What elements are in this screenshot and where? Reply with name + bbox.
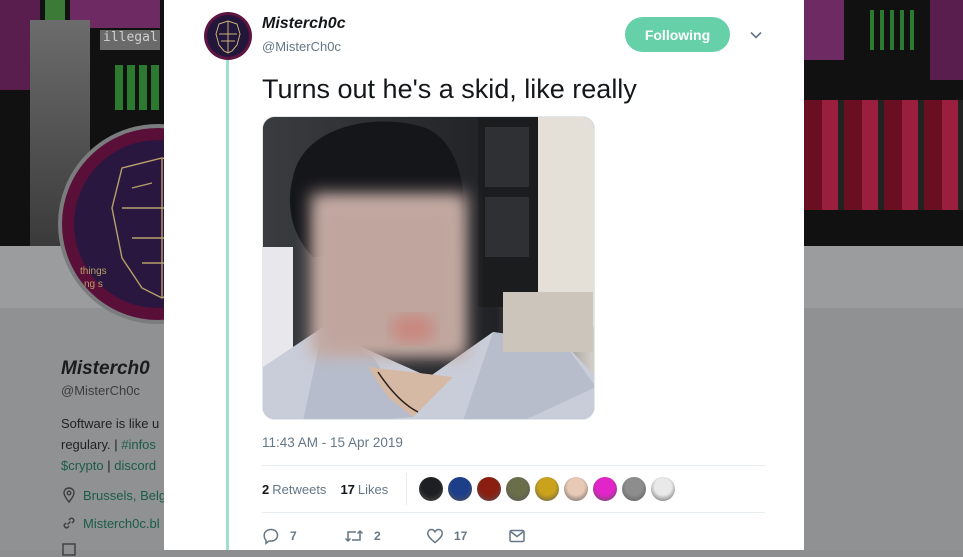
avatar-text-2: ng s xyxy=(84,279,103,290)
tweet-timestamp[interactable]: 11:43 AM - 15 Apr 2019 xyxy=(262,435,403,450)
likes-label: Likes xyxy=(357,481,389,497)
tweet-text: Turns out he's a skid, like really xyxy=(262,74,637,104)
following-button[interactable]: Following xyxy=(625,17,730,52)
direct-message-button[interactable] xyxy=(508,527,526,545)
liker-avatar-white-mask[interactable] xyxy=(651,477,676,501)
tweet-photo[interactable] xyxy=(262,116,595,420)
retweets-label: Retweets xyxy=(272,481,327,497)
likes-count: 17 xyxy=(340,481,355,497)
profile-website[interactable]: Misterch0c.bl xyxy=(61,515,171,531)
calendar-icon xyxy=(62,543,76,556)
profile-handle: @MisterCh0c xyxy=(61,383,140,398)
profile-name: Misterch0 xyxy=(61,358,150,379)
bio-hashtag-link[interactable]: #infos xyxy=(121,437,156,452)
profile-joined xyxy=(61,541,171,557)
blurred-face-photo xyxy=(263,117,594,419)
avatar-text-1: things xyxy=(80,266,107,277)
divider xyxy=(262,512,765,513)
author-avatar[interactable] xyxy=(204,12,252,60)
liker-avatar-blue-planet[interactable] xyxy=(448,477,473,501)
liker-avatar-cartoon[interactable] xyxy=(564,477,589,501)
liker-avatar-face[interactable] xyxy=(506,477,531,501)
bio-line-2: regulary. | xyxy=(61,437,122,452)
retweet-count: 2 xyxy=(374,529,381,543)
retweet-icon xyxy=(344,529,364,543)
tweet-stats: 2 Retweets 17 Likes xyxy=(262,466,765,512)
retweets-count: 2 xyxy=(262,481,270,497)
location-pin-icon xyxy=(63,487,75,503)
tweet-modal: Misterch0c @MisterCh0c Following Turns o… xyxy=(164,0,804,550)
heart-icon xyxy=(427,528,443,544)
bio-separator: | xyxy=(103,458,115,473)
liker-avatar-yellow-mask[interactable] xyxy=(535,477,560,501)
likers-list xyxy=(419,477,676,501)
likes-stat[interactable]: 17 Likes xyxy=(340,482,388,497)
reply-count: 7 xyxy=(290,529,297,543)
profile-location: Brussels, Belg xyxy=(61,487,171,503)
thread-connector-line xyxy=(226,58,229,550)
liker-avatar-dark-hood[interactable] xyxy=(419,477,444,501)
profile-bio: Software is like u regulary. | #infos $c… xyxy=(61,413,171,476)
link-icon xyxy=(63,517,75,529)
retweets-stat[interactable]: 2 Retweets xyxy=(262,482,326,497)
reply-icon xyxy=(263,528,279,545)
envelope-icon xyxy=(509,529,525,543)
bio-line-1: Software is like u xyxy=(61,416,160,431)
stats-separator xyxy=(406,473,408,505)
bio-cashtag-link[interactable]: $crypto xyxy=(61,458,104,473)
location-text: Brussels, Belg xyxy=(83,487,167,503)
banner-label: illegal xyxy=(103,30,158,45)
chevron-down-icon[interactable] xyxy=(748,27,764,43)
website-link[interactable]: Misterch0c.bl xyxy=(83,516,160,531)
tweet-actions: 7 2 17 xyxy=(262,523,526,549)
author-handle[interactable]: @MisterCh0c xyxy=(262,39,341,54)
wireframe-face-icon xyxy=(215,20,241,54)
author-display-name[interactable]: Misterch0c xyxy=(262,15,346,33)
liker-avatar-grey-face[interactable] xyxy=(622,477,647,501)
liker-avatar-red-fire[interactable] xyxy=(477,477,502,501)
like-count: 17 xyxy=(454,529,468,543)
like-button[interactable]: 17 xyxy=(426,527,508,545)
bio-discord-link[interactable]: discord xyxy=(114,458,156,473)
retweet-button[interactable]: 2 xyxy=(344,527,426,545)
liker-avatar-pink-blob[interactable] xyxy=(593,477,618,501)
reply-button[interactable]: 7 xyxy=(262,527,344,545)
